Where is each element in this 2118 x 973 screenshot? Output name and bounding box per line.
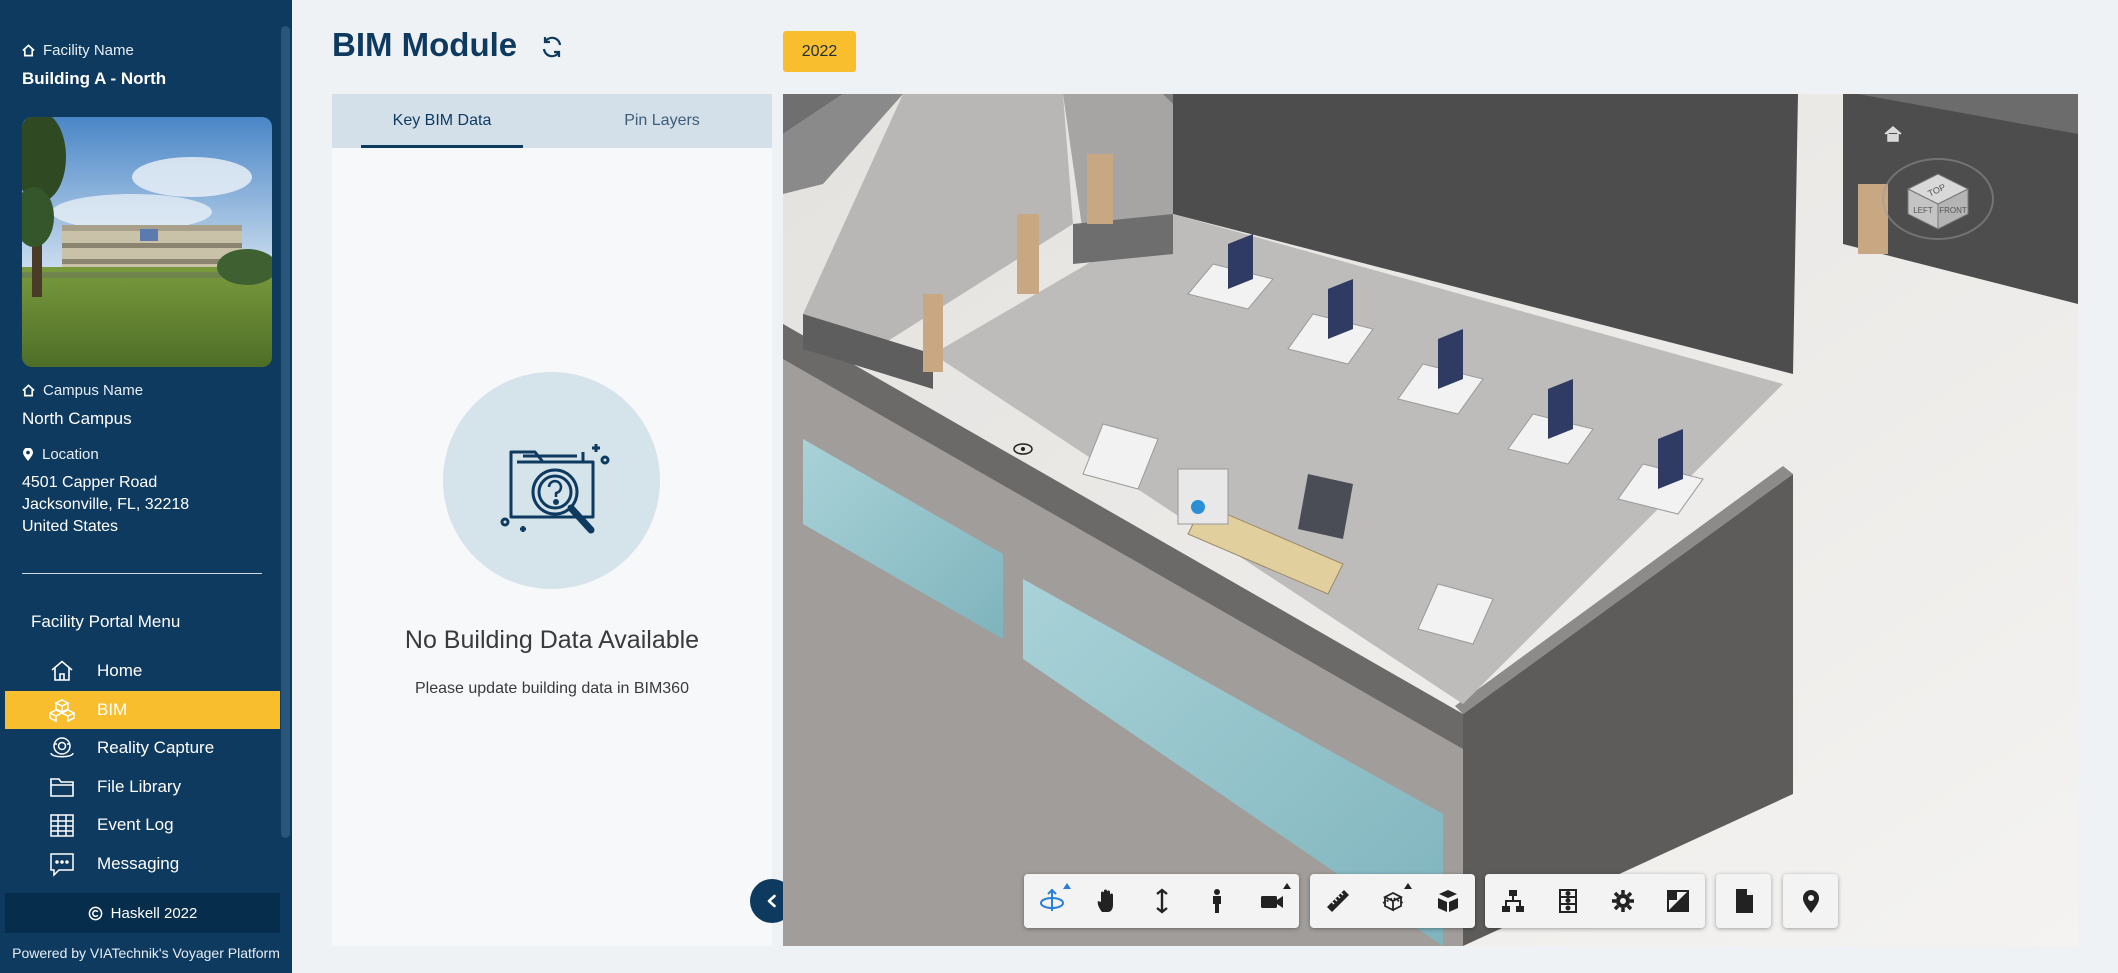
panel-tabs: Key BIM Data Pin Layers — [332, 94, 772, 148]
orbit-tool[interactable] — [1024, 874, 1079, 928]
viewcube-face-front: FRONT — [1939, 206, 1967, 215]
document-tool[interactable] — [1716, 874, 1771, 928]
calendar-grid-icon — [50, 814, 74, 837]
menu-item-home[interactable]: Home — [5, 652, 280, 691]
bim-3d-viewer[interactable]: TOP LEFT FRONT — [783, 94, 2078, 946]
measure-tool[interactable] — [1310, 874, 1365, 928]
fullscreen-icon — [1666, 890, 1689, 912]
pin-icon — [1802, 890, 1819, 913]
model-browser-tool[interactable] — [1485, 874, 1540, 928]
camera-icon — [1260, 896, 1283, 908]
building-model-render[interactable]: TOP LEFT FRONT — [783, 94, 2078, 946]
address-line-2: Jacksonville, FL, 32218 — [22, 496, 190, 513]
home-small-icon — [22, 384, 35, 397]
building-photo — [22, 117, 272, 367]
pan-hand-icon — [1097, 889, 1113, 912]
location-label: Location — [22, 446, 99, 463]
document-icon — [1735, 889, 1753, 913]
address-line-3: United States — [22, 518, 119, 535]
first-person-tool[interactable] — [1189, 874, 1244, 928]
zoom-tool[interactable] — [1134, 874, 1189, 928]
campus-name: North Campus — [22, 409, 132, 428]
properties-tool[interactable] — [1540, 874, 1595, 928]
folder-search-icon — [500, 444, 610, 534]
settings-tool[interactable] — [1595, 874, 1650, 928]
pin-toolbar — [1783, 874, 1838, 928]
measure-icon — [1326, 890, 1349, 912]
address: 4501 Capper Road Jacksonville, FL, 32218… — [22, 472, 189, 538]
menu-item-bim[interactable]: BIM — [5, 690, 280, 729]
orbit-icon — [1039, 888, 1064, 911]
tab-pin-layers[interactable]: Pin Layers — [552, 94, 772, 148]
facility-label: Facility Name — [22, 42, 134, 59]
menu-item-label: BIM — [97, 699, 128, 719]
empty-state-illustration — [443, 372, 660, 589]
folder-icon — [50, 777, 74, 797]
tool-caret — [1404, 883, 1412, 889]
modeling-toolbar — [1310, 874, 1475, 928]
menu-item-label: Event Log — [97, 815, 174, 835]
model-browser-icon — [1501, 890, 1524, 912]
explode-icon — [1437, 890, 1458, 912]
empty-state-subtitle: Please update building data in BIM360 — [415, 680, 689, 697]
menu-item-reality-capture[interactable]: Reality Capture — [5, 729, 280, 768]
campus-label-text: Campus Name — [43, 382, 144, 399]
menu-item-messaging[interactable]: Messaging — [5, 845, 280, 884]
navigation-toolbar — [1024, 874, 1299, 928]
campus-label: Campus Name — [22, 382, 143, 399]
powered-by: Powered by VIATechnik's Voyager Platform — [12, 945, 280, 961]
message-icon — [50, 853, 74, 877]
bim-cubes-icon — [49, 698, 75, 722]
menu-item-event-log[interactable]: Event Log — [5, 806, 280, 845]
first-person-icon — [1212, 889, 1221, 913]
copyright-icon — [88, 906, 102, 920]
properties-toolbar — [1485, 874, 1705, 928]
location-label-text: Location — [42, 446, 99, 463]
copyright: Haskell 2022 — [5, 893, 280, 933]
chevron-left-icon — [767, 894, 776, 908]
section-tool[interactable] — [1365, 874, 1420, 928]
facility-label-text: Facility Name — [43, 42, 134, 59]
explode-tool[interactable] — [1420, 874, 1475, 928]
menu-item-label: Messaging — [97, 853, 180, 873]
empty-state-title: No Building Data Available — [404, 626, 700, 654]
pan-tool[interactable] — [1079, 874, 1134, 928]
settings-icon — [1611, 890, 1634, 912]
menu-item-file-library[interactable]: File Library — [5, 768, 280, 807]
sidebar: Facility Name Building A - North Campus … — [0, 0, 292, 973]
reality-capture-icon — [50, 737, 74, 758]
home-icon — [51, 660, 73, 682]
bim-data-panel: Key BIM Data Pin Layers No Building Data… — [332, 94, 772, 946]
viewcube-face-left: LEFT — [1913, 206, 1933, 215]
facility-name: Building A - North — [22, 69, 167, 88]
menu-title: Facility Portal Menu — [31, 612, 181, 631]
camera-tool[interactable] — [1244, 874, 1299, 928]
tab-key-bim-data[interactable]: Key BIM Data — [332, 94, 552, 148]
menu-item-label: Home — [97, 661, 143, 681]
facility-menu: Home BIM Reality Capture File Library Ev… — [5, 652, 280, 883]
document-toolbar — [1716, 874, 1771, 928]
sidebar-divider — [22, 573, 262, 574]
refresh-icon[interactable] — [539, 34, 565, 60]
menu-item-label: File Library — [97, 776, 182, 796]
year-badge[interactable]: 2022 — [783, 31, 856, 72]
zoom-icon — [1155, 888, 1168, 914]
address-line-1: 4501 Capper Road — [22, 474, 158, 491]
menu-item-label: Reality Capture — [97, 738, 215, 758]
tool-caret — [1283, 883, 1291, 889]
pin-tool[interactable] — [1783, 874, 1838, 928]
location-pin-icon — [23, 447, 33, 461]
section-icon — [1382, 891, 1403, 912]
copyright-text: Haskell 2022 — [110, 904, 198, 922]
page-title: BIM Module — [332, 26, 518, 63]
fullscreen-tool[interactable] — [1650, 874, 1705, 928]
sidebar-scrollbar[interactable] — [281, 26, 290, 838]
home-small-icon — [22, 44, 35, 57]
tool-caret — [1063, 883, 1071, 889]
properties-icon — [1558, 889, 1577, 913]
